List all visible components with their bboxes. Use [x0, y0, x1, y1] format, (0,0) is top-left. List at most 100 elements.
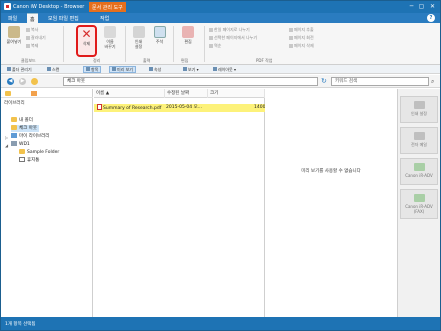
tree-item-sample-folder[interactable]: Sample Folder: [19, 149, 61, 156]
back-button[interactable]: ◀: [7, 78, 14, 85]
table-row[interactable]: Summary of Research.pdf 2015-05-04 오... …: [94, 104, 265, 112]
rename-button[interactable]: 이름 바꾸기: [100, 25, 120, 57]
scan-label: 스캔: [52, 67, 60, 72]
view-toolbar: 폴더 관리기 스캔 항목 미리 보기 속성 보기 ▾ 레이아웃 ▾: [1, 65, 440, 74]
tree-item-label: 휴지통: [27, 158, 40, 163]
folder-tree-panel: 라이브러리 내 폴더 체크 아웃 ▷ 마이 라이브러리 ◢ WD1 Sample…: [1, 89, 93, 317]
items-label: 항목: [91, 67, 99, 72]
maximize-button[interactable]: ▢: [417, 3, 426, 11]
email-icon: [413, 132, 425, 140]
edit-button[interactable]: 편집: [177, 25, 199, 57]
tree-item-wd1[interactable]: WD1: [11, 141, 32, 148]
expand-arrow-icon[interactable]: ▷: [5, 135, 8, 140]
folder-manager-toggle[interactable]: 폴더 관리기: [5, 66, 34, 73]
preview-unavailable-message: 미리 보기를 사용할 수 없습니다: [301, 169, 361, 174]
folder-manager-icon: [7, 67, 11, 71]
tree-item-my-folder[interactable]: 내 폴더: [11, 117, 35, 124]
help-icon[interactable]: ?: [427, 14, 435, 22]
group-label-clipboard: 클립보드: [21, 58, 36, 63]
ribbon-separator: [204, 26, 205, 62]
search-input[interactable]: 키워드 검색: [331, 77, 429, 86]
split-selected-icon: [209, 36, 213, 40]
file-list-panel: 이름 ▲ 수정된 날짜 크기 Summary of Research.pdf 2…: [94, 89, 265, 317]
favorites-icon[interactable]: [31, 91, 37, 96]
dock-print-settings-button[interactable]: 인쇄 설정: [400, 96, 438, 123]
duplicate-button[interactable]: 복제: [26, 43, 38, 49]
scan-toggle[interactable]: 스캔: [45, 66, 61, 73]
properties-toggle[interactable]: 속성: [147, 66, 163, 73]
forward-button[interactable]: ▶: [19, 78, 26, 85]
view-dropdown[interactable]: 보기 ▾: [181, 66, 201, 73]
output-dock: 인쇄 설정 전자 메일 Canon iR-ADV Canon iR-ADV (F…: [397, 89, 440, 317]
split-selected-page-button[interactable]: 선택한 페이지에서 나누기: [209, 35, 257, 41]
tree-toolbar: [1, 89, 93, 98]
scan-icon: [47, 67, 51, 71]
ribbon-separator: [63, 26, 64, 62]
close-button[interactable]: ✕: [428, 3, 437, 11]
refresh-icon[interactable]: ↻: [321, 78, 328, 85]
window-title: Canon iW Desktop - Browser: [13, 4, 85, 10]
minimize-button[interactable]: ─: [407, 3, 416, 11]
file-size-cell: 1400: [254, 105, 265, 110]
app-window: Canon iW Desktop - Browser 문서 관리 도구 ─ ▢ …: [0, 0, 441, 331]
delete-pages-button[interactable]: 페이지 삭제: [289, 43, 314, 49]
layout-dropdown[interactable]: 레이아웃 ▾: [211, 66, 238, 73]
tree-item-trash[interactable]: 휴지통: [19, 157, 41, 164]
tree-heading: 라이브러리: [4, 101, 25, 106]
folder-icon: [11, 117, 17, 122]
folder-up-icon[interactable]: [31, 78, 38, 85]
tab-work[interactable]: 작업: [97, 13, 112, 23]
tree-item-label: 체크 아웃: [19, 126, 37, 131]
delete-label: 삭제: [82, 41, 91, 46]
reverse-order-button[interactable]: 역순: [209, 43, 221, 49]
split-single-page-button[interactable]: 한일 페이지로 나누기: [209, 27, 250, 33]
tree-item-my-library[interactable]: 마이 라이브러리: [11, 133, 51, 140]
file-list-header: 이름 ▲ 수정된 날짜 크기: [94, 89, 265, 98]
collapse-arrow-icon[interactable]: ◢: [5, 143, 8, 148]
preview-toggle[interactable]: 미리 보기: [109, 66, 136, 73]
dock-button-label: 인쇄 설정: [411, 111, 427, 116]
dock-canon-printer-button[interactable]: Canon iR-ADV: [400, 158, 438, 185]
extract-icon: [289, 28, 293, 32]
column-header-name[interactable]: 이름 ▲: [94, 89, 165, 98]
tree-item-checkout[interactable]: 체크 아웃: [11, 125, 39, 132]
annotate-button[interactable]: 주석: [150, 25, 169, 57]
file-name: Summary of Research.pdf: [103, 106, 162, 111]
dock-email-button[interactable]: 전자 메일: [400, 127, 438, 154]
printer-icon: [413, 101, 425, 109]
app-logo-icon: [4, 3, 11, 10]
print-settings-button[interactable]: 인쇄 설정: [129, 25, 148, 57]
delete-button[interactable]: ✕ 삭제: [76, 25, 97, 57]
rotate-icon: [289, 36, 293, 40]
scissors-icon: [26, 36, 30, 40]
preview-panel: 미리 보기를 사용할 수 없습니다: [266, 89, 396, 317]
status-text: 1개 항목 선택됨: [5, 322, 36, 327]
rename-icon: [104, 26, 116, 38]
extract-pages-button[interactable]: 페이지 추출: [289, 27, 314, 33]
context-tab-document-tools[interactable]: 문서 관리 도구: [89, 2, 126, 12]
printer-icon: [132, 26, 145, 38]
cut-button[interactable]: 잘라내기: [26, 35, 46, 41]
tab-binder-edit[interactable]: 모임 파일 편집: [45, 13, 82, 23]
tab-home[interactable]: 홈: [27, 13, 38, 23]
rotate-pages-button[interactable]: 페이지 회전: [289, 35, 314, 41]
search-icon[interactable]: ⌕: [431, 78, 434, 85]
library-view-icon[interactable]: [5, 91, 11, 96]
tab-file[interactable]: 파일: [5, 13, 20, 23]
dock-button-label: Canon iR-ADV (FAX): [405, 204, 433, 214]
address-field[interactable]: 체크 아웃: [63, 77, 318, 86]
print-settings-label: 인쇄 설정: [134, 39, 143, 49]
paste-button[interactable]: 붙여넣기: [5, 25, 23, 57]
checkout-folder-icon: [11, 125, 17, 130]
column-header-size[interactable]: 크기: [208, 89, 265, 98]
split-single-page-label: 한일 페이지로 나누기: [214, 27, 250, 32]
items-toggle[interactable]: 항목: [83, 66, 102, 73]
tree-item-label: 마이 라이브러리: [19, 134, 50, 139]
reverse-order-label: 역순: [214, 43, 222, 48]
copy-button[interactable]: 복사: [26, 27, 38, 33]
ribbon-tab-row: 파일 홈 모임 파일 편집 작업 ?: [1, 13, 440, 23]
tree-item-label: 내 폴더: [19, 118, 33, 123]
dock-canon-fax-button[interactable]: Canon iR-ADV (FAX): [400, 189, 438, 219]
column-header-modified[interactable]: 수정된 날짜: [165, 89, 208, 98]
tree-item-label: Sample Folder: [27, 150, 60, 155]
